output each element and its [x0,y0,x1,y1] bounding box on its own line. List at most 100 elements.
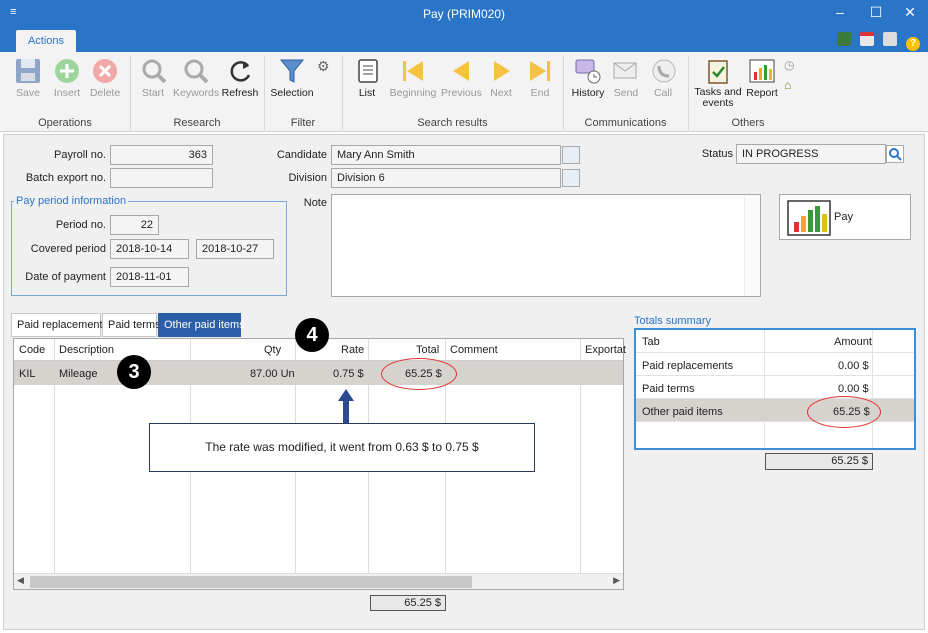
totals-summary-title: Totals summary [634,315,712,327]
col-code[interactable]: Code [19,344,45,356]
lock-icon[interactable] [882,32,897,46]
first-icon [403,61,423,81]
row-description: Mileage [59,368,98,380]
calendar-icon[interactable] [859,32,874,46]
save-icon [16,59,40,83]
covered-from-field[interactable]: 2018-10-14 [110,239,189,259]
payment-date-label: Date of payment [25,271,106,283]
bank-icon[interactable]: ⌂ [784,78,791,92]
previous-icon [453,61,469,81]
highlight-grid-total [381,358,457,390]
selection-button[interactable]: Selection [270,57,314,99]
group-operations: Operations [38,117,92,129]
batch-label: Batch export no. [25,172,106,184]
col-description[interactable]: Description [59,344,114,356]
arrow-up-icon [338,389,354,425]
period-field[interactable]: 22 [110,215,159,235]
highlight-summary-total [807,396,881,428]
period-label: Period no. [55,219,106,231]
summary-header-tab: Tab [642,336,660,348]
col-total[interactable]: Total [416,344,439,356]
summary-row[interactable]: Paid replacements 0.00 $ [636,353,914,376]
summary-header-amount: Amount [834,336,872,348]
ribbon-tabstrip: Actions ? [0,28,928,52]
report-chart-icon [749,59,775,83]
status-search-icon[interactable] [886,145,904,163]
delete-button[interactable]: Delete [88,57,122,99]
scroll-list-icon [358,59,378,83]
grid-total: 65.25 $ [370,595,446,611]
division-label: Division [288,172,327,184]
group-research: Research [173,117,221,129]
next-icon [494,61,510,81]
last-icon [530,61,550,81]
status-label: Status [701,148,733,160]
grid-horizontal-scrollbar[interactable]: ◀ ▶ [14,573,623,589]
status-field[interactable]: IN PROGRESS [736,144,886,164]
previous-button[interactable]: Previous [441,57,482,99]
refresh-icon [230,61,251,82]
note-label: Note [303,197,327,209]
call-button[interactable]: Call [650,57,676,99]
group-others: Others [731,117,765,129]
col-comment[interactable]: Comment [450,344,498,356]
pay-button[interactable]: Pay [779,194,911,240]
group-search-results: Search results [417,117,488,129]
division-lookup-icon[interactable] [562,169,580,187]
col-exportat[interactable]: Exportat [585,344,626,356]
scroll-right-icon[interactable]: ▶ [613,575,620,586]
candidate-field[interactable]: Mary Ann Smith [331,145,561,165]
end-button[interactable]: End [526,57,554,99]
note-scrollbar[interactable] [744,195,760,296]
tab-other-paid-items[interactable]: Other paid items [158,313,245,337]
tab-paid-replacements[interactable]: Paid replacements [11,313,108,337]
col-qty[interactable]: Qty [264,344,281,356]
close-icon[interactable]: ✕ [900,4,920,21]
group-communications: Communications [584,117,667,129]
report-button[interactable]: Report [745,57,779,99]
refresh-button[interactable]: Refresh [221,57,259,99]
scroll-left-icon[interactable]: ◀ [17,575,24,586]
payroll-field[interactable]: 363 [110,145,213,165]
candidate-lookup-icon[interactable] [562,146,580,164]
keywords-button[interactable]: Keywords [173,57,219,99]
note-textarea[interactable] [331,194,761,297]
help-icon[interactable]: ? [906,37,920,51]
list-button[interactable]: List [354,57,380,99]
history-button[interactable]: History [570,57,606,99]
totals-summary-table: Tab Amount Paid replacements 0.00 $ Paid… [634,328,916,450]
summary-row[interactable]: Paid terms 0.00 $ [636,376,914,399]
send-button[interactable]: Send [612,57,640,99]
tasks-events-button[interactable]: Tasks and events [694,57,742,109]
gear-icon[interactable]: ⚙ [317,58,330,75]
minimize-icon[interactable]: – [830,4,850,20]
next-button[interactable]: Next [488,57,514,99]
beginning-button[interactable]: Beginning [388,57,438,99]
group-filter: Filter [290,117,316,129]
payroll-label: Payroll no. [54,149,106,161]
magnifier-icon [142,59,167,84]
keywords-icon [184,59,209,84]
tab-paid-terms[interactable]: Paid terms [102,313,161,337]
summary-total: 65.25 $ [765,453,873,470]
col-rate[interactable]: Rate [341,344,364,356]
tab-actions[interactable]: Actions [16,30,76,52]
save-button[interactable]: Save [13,57,43,99]
batch-field[interactable] [110,168,213,188]
phone-icon [652,59,676,83]
maximize-icon[interactable]: ☐ [866,4,886,21]
envelope-icon [613,62,637,79]
delete-icon [93,59,117,83]
filter-icon [279,59,305,83]
candidate-label: Candidate [276,149,327,161]
start-button[interactable]: Start [140,57,167,99]
payment-date-field[interactable]: 2018-11-01 [110,267,189,287]
clock-icon[interactable]: ◷ [784,58,794,72]
row-qty: 87.00 Un [250,368,295,380]
calculator-icon[interactable] [836,32,851,46]
table-row[interactable] [14,361,623,385]
insert-button[interactable]: Insert [51,57,83,99]
covered-to-field[interactable]: 2018-10-27 [196,239,274,259]
scroll-thumb[interactable] [30,576,472,588]
division-field[interactable]: Division 6 [331,168,561,188]
